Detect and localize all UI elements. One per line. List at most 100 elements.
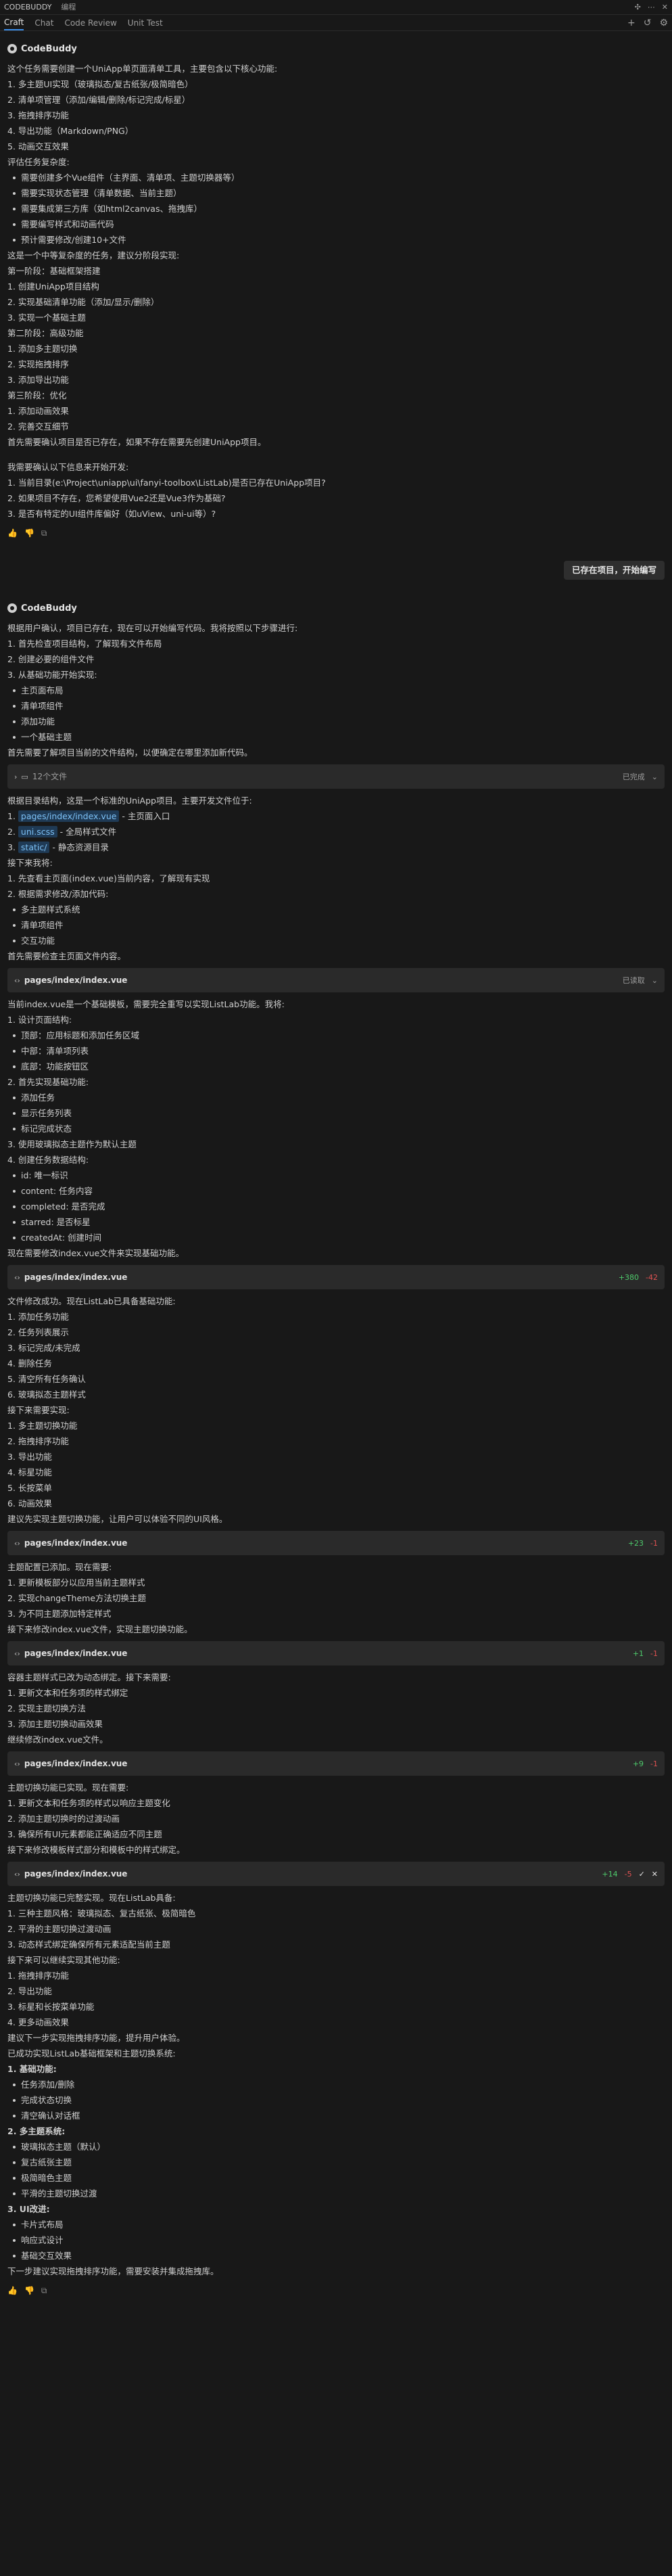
text-line: 1. 首先检查项目结构，了解现有文件布局 xyxy=(7,639,162,649)
chevron-down-icon: ⌄ xyxy=(651,975,658,985)
chevron-right-icon: › xyxy=(14,772,18,781)
text-line: 1. 更新模板部分以应用当前主题样式 xyxy=(7,1578,145,1588)
feedback-row: 👍 👎 ⧉ xyxy=(7,526,665,540)
tab-craft[interactable]: Craft xyxy=(4,16,24,30)
text-line: 3. 标记完成/未完成 xyxy=(7,1343,80,1353)
text-line: 1. 创建UniApp项目结构 xyxy=(7,281,99,292)
text-line: 主页面布局 xyxy=(7,683,665,698)
text-line: 接下来修改模板样式部分和模板中的样式绑定。 xyxy=(7,1845,185,1855)
read-tool-card[interactable]: ‹› pages/index/index.vue 已读取 ⌄ xyxy=(7,968,665,992)
history-icon[interactable]: ↺ xyxy=(644,18,652,28)
message-block-1: 这个任务需要创建一个UniApp单页面清单工具，主要包含以下核心功能: 1. 多主… xyxy=(7,61,665,450)
text-line: 2. 实现主题切换方法 xyxy=(7,1703,86,1714)
text-line: 响应式设计 xyxy=(7,2232,665,2248)
text-line: 1. 设计页面结构: xyxy=(7,1015,72,1025)
codebuddy-logo-icon xyxy=(7,603,17,613)
edit-card-file: pages/index/index.vue xyxy=(24,1272,128,1282)
text-line: 2. 添加主题切换时的过渡动画 xyxy=(7,1814,120,1824)
text-line: 建议先实现主题切换功能，让用户可以体验不同的UI风格。 xyxy=(7,1514,228,1524)
text-line: 继续修改index.vue文件。 xyxy=(7,1734,108,1745)
close-icon[interactable]: ✕ xyxy=(662,3,668,11)
text-line: 1. 更新文本和任务项的样式以响应主题变化 xyxy=(7,1798,170,1808)
message-block-5: 文件修改成功。现在ListLab已具备基础功能: 1. 添加任务功能 2. 任务列表… xyxy=(7,1293,665,1527)
text-line: 3. 使用玻璃拟态主题作为默认主题 xyxy=(7,1139,137,1149)
lines-removed: -5 xyxy=(624,1869,632,1879)
edit-tool-card-1[interactable]: ‹› pages/index/index.vue +380 -42 xyxy=(7,1265,665,1289)
text-line: 现在需要修改index.vue文件来实现基础功能。 xyxy=(7,1248,185,1258)
text-line: 3. 从基础功能开始实现: xyxy=(7,670,97,680)
file-link[interactable]: static/ xyxy=(18,842,50,853)
accept-icon[interactable]: ✓ xyxy=(639,1870,645,1878)
read-card-file: pages/index/index.vue xyxy=(24,975,128,985)
more-icon[interactable]: ⋯ xyxy=(648,3,655,11)
edit-tool-card-3[interactable]: ‹› pages/index/index.vue +1 -1 xyxy=(7,1641,665,1665)
reject-icon[interactable]: ✕ xyxy=(652,1870,658,1878)
file-line: 3. static/ - 静态资源目录 xyxy=(7,840,665,855)
new-chat-icon[interactable]: + xyxy=(627,18,635,28)
file-link[interactable]: uni.scss xyxy=(18,826,57,837)
agent-header-2: CodeBuddy xyxy=(7,600,665,616)
tab-unit-test[interactable]: Unit Test xyxy=(128,16,163,30)
settings-icon[interactable]: ⚙ xyxy=(659,18,668,28)
file-desc: - 主页面入口 xyxy=(119,811,170,821)
tab-bar: Craft Chat Code Review Unit Test + ↺ ⚙ xyxy=(0,15,672,31)
code-icon: ‹› xyxy=(14,1649,20,1658)
menu-label[interactable]: 编程 xyxy=(61,3,76,11)
lines-added: +14 xyxy=(602,1869,618,1879)
edit-tool-card-4[interactable]: ‹› pages/index/index.vue +9 -1 xyxy=(7,1751,665,1776)
text-line: 接下来我将: xyxy=(7,858,53,868)
text-line: 第三阶段：优化 xyxy=(7,390,67,400)
tab-chat[interactable]: Chat xyxy=(34,16,53,30)
tab-code-review[interactable]: Code Review xyxy=(64,16,116,30)
text-line: createdAt: 创建时间 xyxy=(7,1230,665,1245)
text-line: 复古纸张主题 xyxy=(7,2155,665,2170)
app-title: CODEBUDDY xyxy=(4,3,52,12)
text-line: 5. 动画交互效果 xyxy=(7,141,69,152)
text-line: 需要集成第三方库（如html2canvas、拖拽库） xyxy=(7,201,665,216)
edit-card-file: pages/index/index.vue xyxy=(24,1759,128,1768)
text-line: 3. 拖拽排序功能 xyxy=(7,110,69,120)
text-line: 1. 三种主题风格：玻璃拟态、复古纸张、极简暗色 xyxy=(7,1908,196,1918)
lines-removed: -1 xyxy=(650,1649,658,1658)
text-line: 我需要确认以下信息来开始开发: xyxy=(7,462,129,472)
text-line: 顶部：应用标题和添加任务区域 xyxy=(7,1028,665,1043)
user-message: 已存在项目，开始编写 xyxy=(563,560,665,580)
copy-icon[interactable]: ⧉ xyxy=(41,529,47,537)
text-line: 2. 首先实现基础功能: xyxy=(7,1077,89,1087)
text-line: 添加功能 xyxy=(7,714,665,729)
text-line: 接下来修改index.vue文件，实现主题切换功能。 xyxy=(7,1624,193,1634)
file-desc: - 全局样式文件 xyxy=(57,827,117,837)
text-line: 容器主题样式已改为动态绑定。接下来需要: xyxy=(7,1672,171,1682)
folder-tool-card[interactable]: › ▭ 12个文件 已完成 ⌄ xyxy=(7,764,665,789)
text-line: 2. 创建必要的组件文件 xyxy=(7,654,95,664)
text-line: 这个任务需要创建一个UniApp单页面清单工具，主要包含以下核心功能: xyxy=(7,64,278,74)
copy-icon[interactable]: ⧉ xyxy=(41,2286,47,2295)
text-line: 2. 实现拖拽排序 xyxy=(7,359,69,369)
agent-header: CodeBuddy xyxy=(7,41,665,57)
thumbs-down-icon[interactable]: 👎 xyxy=(24,529,34,537)
thumbs-up-icon[interactable]: 👍 xyxy=(7,2286,18,2295)
text-line: 玻璃拟态主题（默认） xyxy=(7,2139,665,2155)
feedback-row-2: 👍 👎 ⧉ xyxy=(7,2283,665,2298)
text-line: 2. 清单项管理（添加/编辑/删除/标记完成/标星） xyxy=(7,95,191,105)
file-link[interactable]: pages/index/index.vue xyxy=(18,810,120,822)
text-line: 4. 导出功能（Markdown/PNG） xyxy=(7,126,134,136)
text-line: 主题切换功能已完整实现。现在ListLab具备: xyxy=(7,1893,176,1903)
text-line: 3. 为不同主题添加特定样式 xyxy=(7,1609,112,1619)
text-line: 第一阶段：基础框架搭建 xyxy=(7,266,101,276)
message-block-2: 根据用户确认，项目已存在，现在可以开始编写代码。我将按照以下步骤进行: 1. 首先… xyxy=(7,620,665,760)
lines-removed: -1 xyxy=(650,1759,658,1768)
code-icon: ‹› xyxy=(14,1538,20,1548)
edit-tool-card-5[interactable]: ‹› pages/index/index.vue +14 -5 ✓ ✕ xyxy=(7,1862,665,1886)
edit-tool-card-2[interactable]: ‹› pages/index/index.vue +23 -1 xyxy=(7,1531,665,1555)
text-line: 清单项组件 xyxy=(7,698,665,714)
network-icon[interactable]: ✣ xyxy=(635,3,641,11)
message-block-7: 容器主题样式已改为动态绑定。接下来需要: 1. 更新文本和任务项的样式绑定 2. 实… xyxy=(7,1670,665,1747)
text-line: 当前index.vue是一个基础模板，需要完全重写以实现ListLab功能。我将… xyxy=(7,999,285,1009)
code-icon: ‹› xyxy=(14,1272,20,1282)
text-line: 5. 清空所有任务确认 xyxy=(7,1374,86,1384)
thumbs-down-icon[interactable]: 👎 xyxy=(24,2286,34,2295)
file-desc: - 静态资源目录 xyxy=(49,842,109,852)
thumbs-up-icon[interactable]: 👍 xyxy=(7,529,18,537)
text-line: 3. 添加导出功能 xyxy=(7,375,69,385)
